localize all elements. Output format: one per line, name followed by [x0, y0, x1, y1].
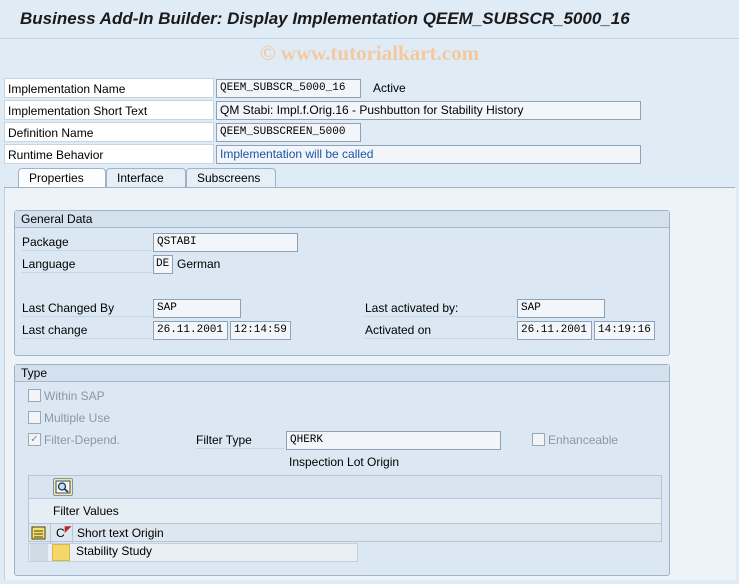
sort-mark: C [56, 526, 65, 540]
checkbox-unchecked-icon [532, 433, 545, 447]
general-data-title: General Data [15, 211, 669, 228]
within-sap-label: Within SAP [44, 389, 105, 403]
implementation-name-label: Implementation Name [4, 78, 214, 98]
filter-table-toolbar [28, 475, 662, 499]
short-text-label: Implementation Short Text [4, 100, 214, 120]
multiple-use-checkbox[interactable]: Multiple Use [28, 409, 110, 427]
activated-on-date-field[interactable]: 26.11.2001 [517, 321, 592, 340]
last-change-time-field[interactable]: 12:14:59 [230, 321, 291, 340]
window-title: Business Add-In Builder: Display Impleme… [20, 9, 630, 28]
title-bar: Business Add-In Builder: Display Impleme… [0, 0, 739, 39]
enhanceable-label: Enhanceable [548, 433, 619, 447]
filter-type-description: Inspection Lot Origin [289, 455, 400, 469]
filter-details-button[interactable] [53, 478, 73, 496]
definition-name-label: Definition Name [4, 122, 214, 142]
tab-properties[interactable]: Properties [18, 168, 106, 188]
runtime-behavior-label: Runtime Behavior [4, 144, 214, 164]
sort-column-header[interactable]: C◤ [50, 524, 72, 543]
filter-type-field[interactable]: QHERK [286, 431, 501, 450]
enhanceable-checkbox[interactable]: Enhanceable [532, 431, 618, 449]
language-code-field[interactable]: DE [153, 255, 173, 274]
tab-subscreens[interactable]: Subscreens [186, 168, 276, 187]
activated-on-time-field[interactable]: 14:19:16 [594, 321, 655, 340]
filter-table-caption-bar [28, 499, 662, 523]
language-name: German [177, 257, 221, 271]
implementation-name-field[interactable]: QEEM_SUBSCR_5000_16 [216, 79, 361, 98]
activated-by-field[interactable]: SAP [517, 299, 605, 318]
magnifier-icon [55, 480, 71, 494]
package-label: Package [22, 233, 152, 251]
last-change-date-field[interactable]: 26.11.2001 [153, 321, 228, 340]
activated-by-label: Last activated by: [365, 299, 515, 317]
table-settings-icon [31, 526, 46, 540]
select-all-button[interactable] [30, 524, 48, 542]
filter-type-label: Filter Type [196, 431, 284, 449]
changed-by-label: Last Changed By [22, 299, 152, 317]
filter-table-caption: Filter Values [53, 504, 119, 518]
within-sap-checkbox[interactable]: Within SAP [28, 387, 105, 405]
multiple-use-label: Multiple Use [44, 411, 111, 425]
short-text-field[interactable]: QM Stabi: Impl.f.Orig.16 - Pushbutton fo… [216, 101, 641, 120]
definition-name-field[interactable]: QEEM_SUBSCREEN_5000 [216, 123, 361, 142]
row-selector[interactable] [30, 544, 48, 561]
column-header-short-text[interactable]: Short text Origin [72, 524, 358, 543]
filter-depend-label: Filter-Depend. [44, 433, 121, 447]
last-change-label: Last change [22, 321, 152, 339]
checkbox-unchecked-icon [28, 389, 41, 403]
filter-depend-checkbox[interactable]: ✓ Filter-Depend. [28, 431, 120, 449]
type-title: Type [15, 365, 669, 382]
runtime-behavior-field[interactable]: Implementation will be called [216, 145, 641, 164]
language-label: Language [22, 255, 152, 273]
tab-interface[interactable]: Interface [106, 168, 186, 187]
sort-indicator-icon: ◤ [64, 524, 72, 534]
watermark: © www.tutorialkart.com [259, 41, 480, 65]
package-field[interactable]: QSTABI [153, 233, 298, 252]
checkbox-checked-icon: ✓ [28, 433, 41, 447]
activated-on-label: Activated on [365, 321, 515, 339]
checkbox-unchecked-icon [28, 411, 41, 425]
row-input-cell[interactable] [52, 544, 70, 561]
implementation-status: Active [373, 81, 406, 95]
changed-by-field[interactable]: SAP [153, 299, 241, 318]
row-short-text: Stability Study [76, 544, 153, 558]
